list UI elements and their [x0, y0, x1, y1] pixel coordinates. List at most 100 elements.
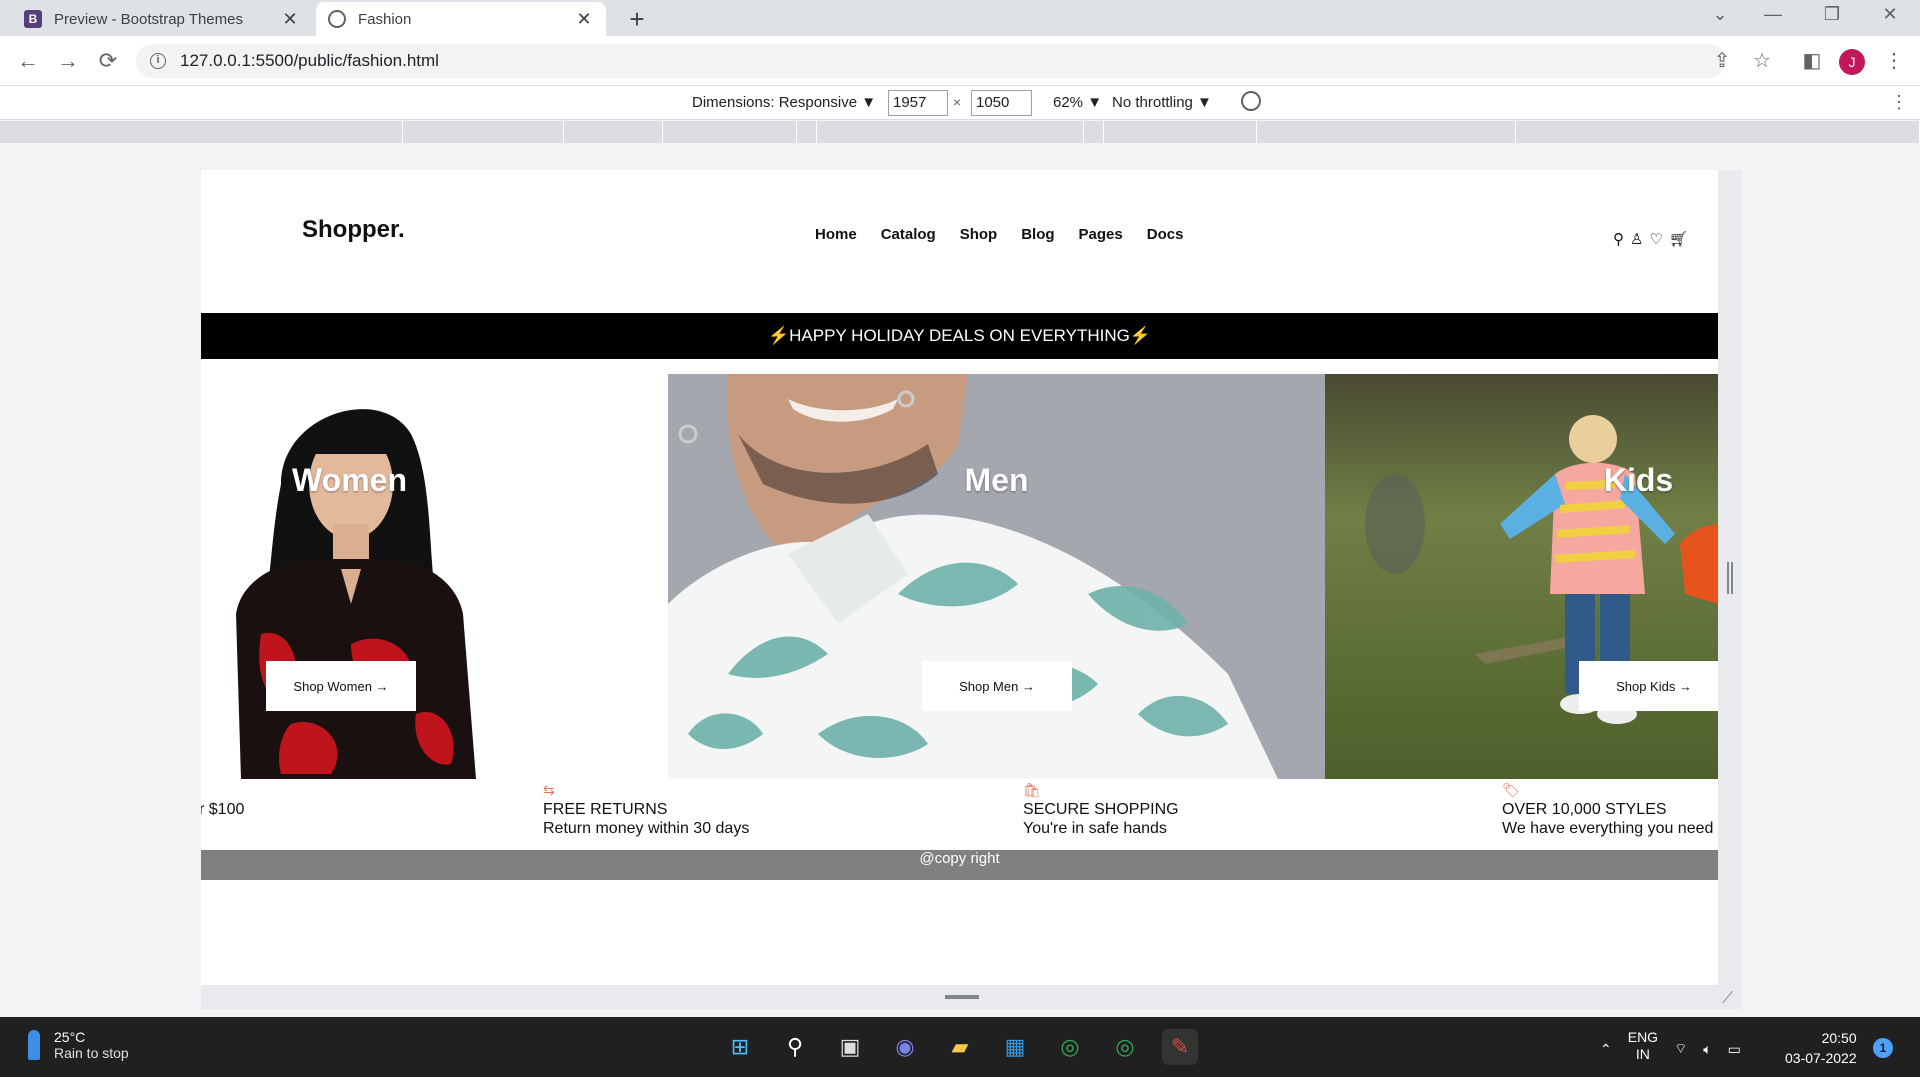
ruler-segment[interactable] — [797, 121, 817, 143]
nav-home[interactable]: Home — [815, 226, 857, 243]
notification-badge[interactable]: 1 — [1873, 1038, 1893, 1058]
reload-button[interactable]: ⟳ — [94, 48, 122, 74]
search-icon[interactable]: ⚲ — [1613, 230, 1624, 248]
page-viewport: Shopper. Home Catalog Shop Blog Pages Do… — [201, 170, 1718, 985]
resize-handle-bottom[interactable] — [945, 995, 979, 999]
promo-text: HAPPY HOLIDAY DEALS ON EVERYTHING — [789, 326, 1130, 345]
shop-men-button[interactable]: Shop Men → — [922, 661, 1072, 711]
browser-menu-icon[interactable]: ⋮ — [1880, 48, 1908, 73]
forward-button[interactable]: → — [54, 48, 82, 74]
account-icon[interactable]: ♙ — [1630, 230, 1643, 248]
address-bar[interactable]: i 127.0.0.1:5500/public/fashion.html — [136, 44, 1726, 78]
ruler-segment[interactable] — [1104, 121, 1257, 143]
new-tab-button[interactable]: + — [622, 4, 652, 35]
volume-icon[interactable]: 🔈︎ — [1703, 1041, 1711, 1058]
ruler-segment[interactable] — [403, 121, 564, 143]
weather-widget[interactable]: 25°C Rain to stop — [28, 1029, 129, 1061]
tab-fashion[interactable]: Fashion ✕ — [316, 2, 606, 36]
file-explorer-icon[interactable]: ▰ — [942, 1029, 978, 1065]
more-options-icon[interactable]: ⋮ — [1890, 92, 1908, 113]
card-title-men: Men — [964, 462, 1029, 498]
tab-close-icon[interactable]: ✕ — [280, 9, 300, 30]
ruler-segment[interactable] — [1257, 121, 1516, 143]
feature-styles: 🏷︎ OVER 10,000 STYLES We have everything… — [1502, 782, 1713, 838]
ruler-segment[interactable] — [817, 121, 1084, 143]
shop-kids-button[interactable]: Shop Kids → — [1579, 661, 1718, 711]
height-input[interactable]: 1050 — [971, 90, 1032, 116]
ruler-segment[interactable] — [1516, 121, 1920, 143]
ruler-segment[interactable] — [0, 121, 403, 143]
bookmark-star-icon[interactable]: ☆ — [1748, 48, 1776, 73]
wishlist-heart-icon[interactable]: ♡ — [1649, 230, 1662, 248]
show-hidden-icons-chevron-icon[interactable]: ⌃ — [1600, 1041, 1612, 1058]
side-panel-icon[interactable]: ◧ — [1798, 48, 1826, 73]
throttling-dropdown[interactable]: No throttling ▼ — [1112, 94, 1212, 111]
wifi-icon[interactable]: ⌔ — [1674, 1040, 1687, 1058]
device-toolbar: Dimensions: Responsive ▼ 1957 × 1050 62%… — [0, 86, 1920, 120]
back-button[interactable]: ← — [14, 48, 42, 74]
language-indicator[interactable]: ENG IN — [1628, 1029, 1658, 1063]
category-card-men[interactable]: Men Shop Men → — [668, 374, 1325, 779]
clock-date: 03-07-2022 — [1785, 1050, 1857, 1066]
cart-icon[interactable]: 🛒︎ — [1669, 230, 1688, 248]
shop-women-button[interactable]: Shop Women → — [266, 661, 416, 711]
nav-catalog[interactable]: Catalog — [881, 226, 936, 243]
zoom-dropdown[interactable]: 62% ▼ — [1053, 94, 1102, 111]
tab-search-icon[interactable]: ⌄ — [1700, 4, 1740, 25]
feature-desc: You're in safe hands — [1023, 820, 1167, 837]
chrome-icon[interactable]: ◎ — [1052, 1029, 1088, 1065]
rotate-icon[interactable] — [1236, 86, 1266, 116]
dimensions-dropdown[interactable]: Dimensions: Responsive ▼ — [692, 94, 876, 111]
restore-button[interactable]: ❐ — [1812, 4, 1852, 25]
clock[interactable]: 20:50 03-07-2022 — [1785, 1028, 1857, 1068]
lightning-icon: ⚡ — [1129, 326, 1152, 345]
resize-handle-corner[interactable]: ⟋ — [1722, 990, 1733, 1008]
microsoft-store-icon[interactable]: ▦ — [997, 1029, 1033, 1065]
category-card-women[interactable]: Women Shop Women → — [201, 374, 668, 779]
tab-title: Preview - Bootstrap Themes — [54, 10, 243, 28]
clock-time: 20:50 — [1821, 1030, 1857, 1046]
feature-title: OVER 10,000 STYLES — [1502, 801, 1667, 818]
promo-banner: ⚡ HAPPY HOLIDAY DEALS ON EVERYTHING ⚡ — [201, 313, 1718, 359]
category-card-kids[interactable]: Kids Shop Kids → — [1325, 374, 1718, 779]
share-icon[interactable]: ⇪ — [1708, 48, 1736, 73]
url-text: 127.0.0.1:5500/public/fashion.html — [180, 51, 439, 70]
browser-tab-bar: B Preview - Bootstrap Themes ✕ Fashion ✕… — [0, 0, 1920, 36]
site-info-icon[interactable]: i — [150, 53, 166, 69]
close-window-button[interactable]: ✕ — [1870, 4, 1910, 25]
snipping-tool-icon[interactable]: ✎ — [1162, 1029, 1198, 1065]
minimize-button[interactable]: — — [1753, 4, 1793, 25]
teams-chat-icon[interactable]: ◉ — [887, 1029, 923, 1065]
battery-icon[interactable]: ▭ — [1728, 1041, 1741, 1058]
nav-shop[interactable]: Shop — [960, 226, 998, 243]
ruler-segment[interactable] — [1084, 121, 1104, 143]
umbrella-icon — [28, 1030, 40, 1060]
shopping-bag-icon: 🛍︎ — [1023, 782, 1041, 798]
taskbar-apps: ⊞ ⚲ ▣ ◉ ▰ ▦ ◎ ◎ ✎ — [722, 1029, 1198, 1065]
start-windows-icon[interactable]: ⊞ — [722, 1029, 758, 1065]
task-view-icon[interactable]: ▣ — [832, 1029, 868, 1065]
search-icon[interactable]: ⚲ — [777, 1029, 813, 1065]
weather-temp: 25°C — [54, 1029, 86, 1045]
lightning-icon: ⚡ — [767, 326, 790, 345]
feature-desc: Return money within 30 days — [543, 820, 750, 837]
tab-preview-bootstrap-themes[interactable]: B Preview - Bootstrap Themes ✕ — [12, 2, 312, 36]
nav-blog[interactable]: Blog — [1021, 226, 1054, 243]
tab-title: Fashion — [358, 10, 412, 28]
ruler-segment[interactable] — [663, 121, 797, 143]
chrome-icon[interactable]: ◎ — [1107, 1029, 1143, 1065]
nav-pages[interactable]: Pages — [1079, 226, 1123, 243]
ruler-segment[interactable] — [564, 121, 663, 143]
times-icon: × — [953, 94, 962, 110]
windows-taskbar: 25°C Rain to stop ⊞ ⚲ ▣ ◉ ▰ ▦ ◎ ◎ ✎ ⌃ EN… — [0, 1017, 1920, 1077]
main-navigation: Home Catalog Shop Blog Pages Docs — [815, 226, 1183, 243]
media-query-ruler[interactable] — [0, 121, 1920, 143]
profile-avatar[interactable]: J — [1839, 49, 1865, 75]
nav-docs[interactable]: Docs — [1147, 226, 1184, 243]
shipping-icon — [201, 782, 244, 800]
weather-desc: Rain to stop — [54, 1045, 129, 1061]
site-brand-logo[interactable]: Shopper. — [302, 216, 405, 244]
tab-close-icon[interactable]: ✕ — [574, 9, 594, 30]
resize-handle-right[interactable] — [1727, 562, 1733, 594]
width-input[interactable]: 1957 — [888, 90, 948, 116]
